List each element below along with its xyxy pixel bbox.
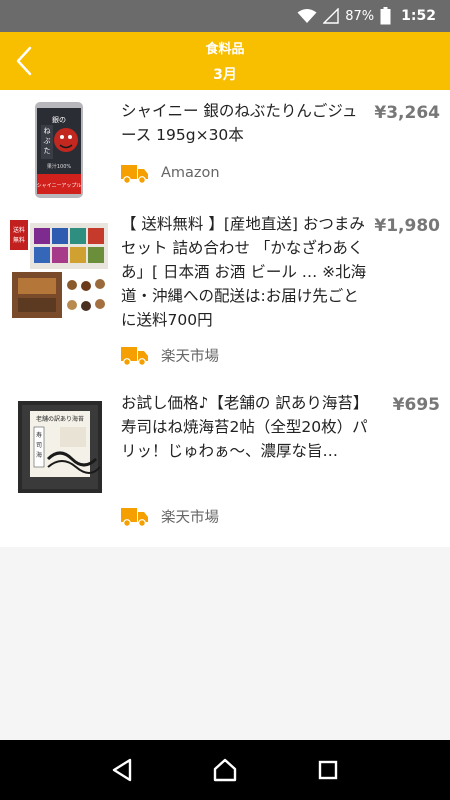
- battery-percent: 87%: [345, 8, 375, 24]
- svg-text:シャイニーアップル: シャイニーアップル: [37, 183, 82, 189]
- shop-row: 楽天市場: [121, 505, 219, 527]
- svg-text:無料: 無料: [13, 236, 25, 244]
- svg-text:海: 海: [36, 451, 42, 459]
- navigation-bar: [0, 740, 450, 800]
- product-title[interactable]: お試し価格♪【老舗の 訳あり海苔】寿司はね焼海苔2帖（全型20枚）パリッ！じゅわ…: [121, 391, 371, 463]
- svg-text:果汁100%: 果汁100%: [47, 163, 72, 170]
- nav-home-button[interactable]: [205, 750, 245, 790]
- svg-text:ね: ね: [44, 127, 51, 135]
- list-item[interactable]: 送料 無料 【 送料無料 】[産地直送] おつまみセット 詰め合わせ 「かなざわ…: [0, 210, 450, 385]
- list-item[interactable]: 銀の ね ぶ た 果汁100% シャイニーアップル シャイニー 銀のねぶたりんご…: [0, 90, 450, 210]
- battery-icon: [380, 7, 391, 25]
- svg-text:寿: 寿: [36, 431, 42, 439]
- shop-name: 楽天市場: [161, 509, 219, 526]
- signal-icon: [323, 8, 339, 24]
- product-list: 銀の ね ぶ た 果汁100% シャイニーアップル シャイニー 銀のねぶたりんご…: [0, 90, 450, 547]
- svg-text:司: 司: [36, 442, 42, 449]
- page-subtitle: 3月: [213, 67, 237, 83]
- product-price: ¥695: [392, 395, 440, 415]
- status-bar: 87% 1:52: [0, 0, 450, 32]
- nav-back-button[interactable]: [102, 750, 142, 790]
- svg-text:送料: 送料: [13, 226, 25, 234]
- shop-row: Amazon: [121, 162, 220, 184]
- shop-row: 楽天市場: [121, 344, 219, 366]
- truck-icon: [121, 347, 148, 366]
- home-icon: [213, 758, 237, 782]
- svg-text:銀の: 銀の: [52, 115, 66, 124]
- shop-name: 楽天市場: [161, 348, 219, 365]
- product-image[interactable]: 送料 無料: [10, 220, 110, 320]
- product-image[interactable]: 老舗の訳あり海苔 寿 司 海: [10, 397, 110, 497]
- app-header: 食料品 3月: [0, 32, 450, 90]
- truck-icon: [121, 508, 148, 527]
- svg-text:老舗の訳あり海苔: 老舗の訳あり海苔: [36, 415, 84, 423]
- shop-name: Amazon: [161, 165, 220, 181]
- svg-text:た: た: [44, 147, 51, 155]
- product-price: ¥1,980: [374, 216, 440, 236]
- list-item[interactable]: 老舗の訳あり海苔 寿 司 海 お試し価格♪【老舗の 訳あり海苔】寿司はね焼海苔2…: [0, 385, 450, 547]
- status-time: 1:52: [401, 8, 436, 24]
- product-title[interactable]: 【 送料無料 】[産地直送] おつまみセット 詰め合わせ 「かなざわあくあ」[ …: [121, 212, 371, 332]
- page-title: 食料品: [205, 42, 245, 57]
- product-title[interactable]: シャイニー 銀のねぶたりんごジュース 195g×30本: [121, 99, 371, 147]
- product-price: ¥3,264: [374, 103, 440, 123]
- product-image[interactable]: 銀の ね ぶ た 果汁100% シャイニーアップル: [10, 100, 110, 200]
- triangle-back-icon: [112, 758, 131, 782]
- recents-icon: [319, 760, 338, 780]
- truck-icon: [121, 165, 148, 184]
- svg-text:ぶ: ぶ: [44, 137, 51, 145]
- wifi-icon: [297, 9, 317, 23]
- nav-recents-button[interactable]: [308, 750, 348, 790]
